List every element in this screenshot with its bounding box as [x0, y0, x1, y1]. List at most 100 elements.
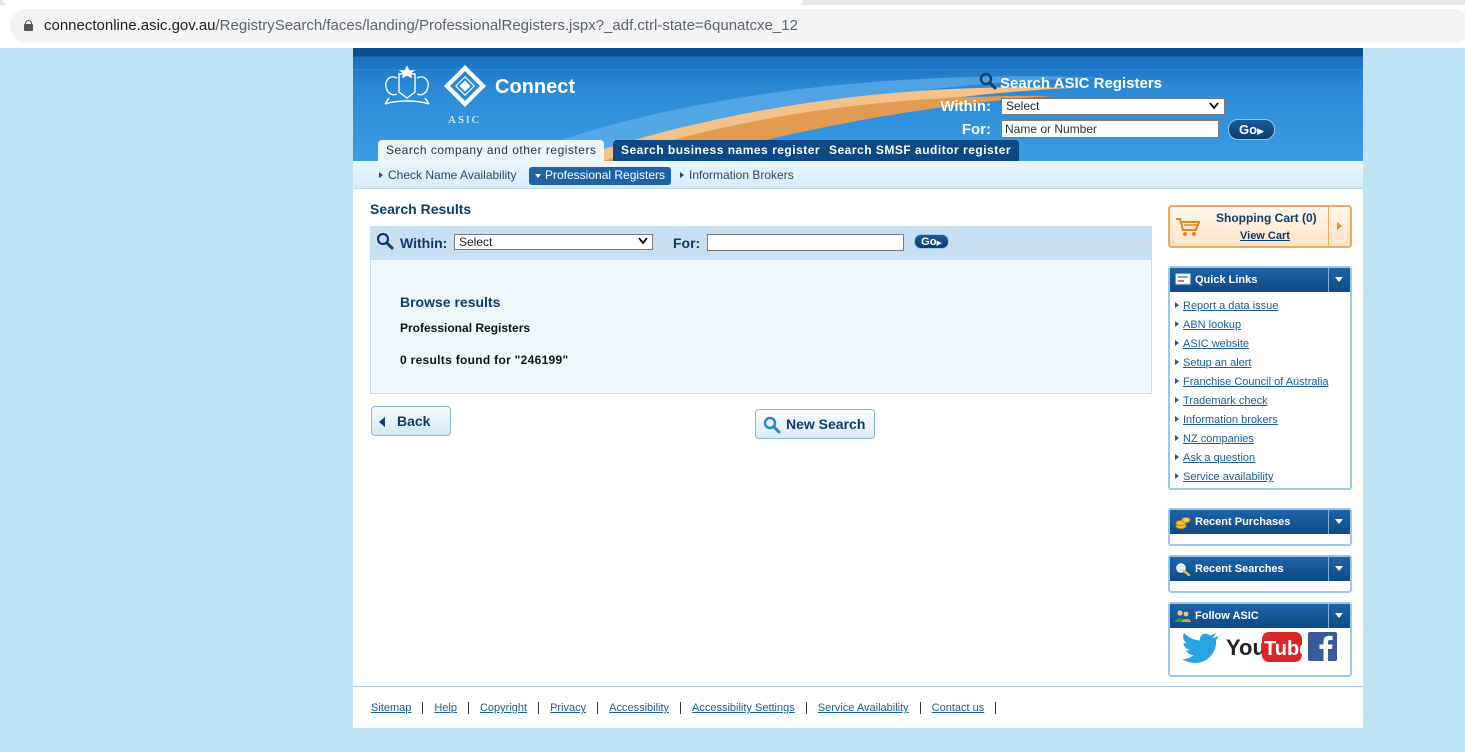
- arrow-down-icon: [535, 174, 541, 178]
- recent-searches-toggle[interactable]: [1328, 557, 1350, 581]
- shopping-cart-box[interactable]: Shopping Cart (0) View Cart: [1168, 205, 1352, 248]
- quick-links-header[interactable]: Quick Links: [1170, 268, 1350, 292]
- search-icon: [376, 232, 394, 250]
- brand-title: Connect: [495, 76, 575, 98]
- new-search-button[interactable]: New Search: [755, 409, 875, 439]
- footer-link-accessibility[interactable]: Accessibility: [609, 702, 682, 714]
- lock-icon[interactable]: [24, 20, 33, 31]
- quick-links-icon: [1175, 273, 1191, 285]
- follow-asic-header[interactable]: Follow ASIC: [1170, 604, 1350, 628]
- go-arrow-icon: ▶: [936, 240, 942, 247]
- follow-asic-toggle[interactable]: [1328, 604, 1350, 628]
- subnav-check-name-availability[interactable]: Check Name Availability: [379, 167, 517, 185]
- youtube-icon[interactable]: You Tube: [1226, 631, 1302, 663]
- quick-link-setup-alert[interactable]: Setup an alert: [1175, 355, 1350, 374]
- recent-purchases-title: Recent Purchases: [1195, 516, 1291, 528]
- quick-link-label: Franchise Council of Australia: [1183, 376, 1329, 388]
- quick-link-abn-lookup[interactable]: ABN lookup: [1175, 317, 1350, 336]
- within-select[interactable]: Select: [454, 234, 653, 250]
- arrow-right-icon: [680, 172, 684, 178]
- go-button[interactable]: Go▶: [914, 234, 949, 249]
- browser-tabstrip: [0, 0, 1465, 5]
- header-search-title-text: Search ASIC Registers: [1000, 75, 1163, 92]
- chevron-down-icon: [1335, 519, 1343, 524]
- footer-link-contact-us[interactable]: Contact us: [932, 702, 997, 714]
- within-label: Within:: [400, 235, 448, 251]
- recent-purchases-header[interactable]: Recent Purchases: [1170, 510, 1350, 534]
- header-search-title: Search ASIC Registers: [979, 72, 1162, 92]
- search-icon: [763, 416, 781, 434]
- quick-link-ask-question[interactable]: Ask a question: [1175, 450, 1350, 469]
- quick-link-information-brokers[interactable]: Information brokers: [1175, 412, 1350, 431]
- header-for-input[interactable]: Name or Number: [1001, 120, 1219, 138]
- header-within-label: Within:: [940, 98, 991, 115]
- recent-searches-header[interactable]: Recent Searches: [1170, 557, 1350, 581]
- chevron-down-icon: [638, 237, 648, 245]
- arrow-right-icon: [1175, 435, 1179, 441]
- quick-link-label: Trademark check: [1183, 395, 1268, 407]
- quick-link-service-availability[interactable]: Service availability: [1175, 469, 1350, 488]
- youtube-text-tube: Tube: [1264, 638, 1302, 660]
- browser-active-tab[interactable]: [3, 0, 803, 5]
- quick-link-label: Information brokers: [1183, 414, 1278, 426]
- arrow-left-icon: [379, 417, 385, 427]
- header-go-label: Go: [1239, 122, 1258, 137]
- chevron-down-icon: [1335, 566, 1343, 571]
- coins-icon: [1175, 517, 1191, 529]
- tab-smsf-auditor[interactable]: Search SMSF auditor register: [821, 140, 1020, 161]
- arrow-right-icon: [1175, 454, 1179, 460]
- footer-divider: [353, 686, 1363, 687]
- browser-chrome: connectonline.asic.gov.au/RegistrySearch…: [0, 0, 1465, 48]
- browse-results-heading: Browse results: [400, 294, 501, 310]
- recent-searches-body: [1170, 581, 1350, 591]
- shopping-cart-icon: [1176, 218, 1201, 236]
- quick-links-toggle[interactable]: [1328, 268, 1350, 292]
- back-label: Back: [397, 413, 431, 429]
- quick-link-franchise-council[interactable]: Franchise Council of Australia: [1175, 374, 1350, 393]
- url-text[interactable]: connectonline.asic.gov.au/RegistrySearch…: [44, 17, 798, 34]
- tab-business-names[interactable]: Search business names register: [613, 140, 829, 161]
- subnav-professional-registers[interactable]: Professional Registers: [529, 167, 672, 185]
- tab-company-registers[interactable]: Search company and other registers: [378, 140, 605, 161]
- subnav-label: Check Name Availability: [388, 168, 517, 182]
- site-header: ASIC Connect Search ASIC Registers Withi…: [353, 48, 1363, 161]
- quick-link-label: ABN lookup: [1183, 319, 1242, 331]
- address-bar[interactable]: connectonline.asic.gov.au/RegistrySearch…: [10, 9, 1465, 43]
- footer-link-sitemap[interactable]: Sitemap: [371, 702, 424, 714]
- cart-expand-button[interactable]: [1328, 207, 1350, 246]
- subnav-label: Professional Registers: [545, 168, 666, 182]
- asic-wordmark: ASIC: [448, 114, 482, 126]
- quick-link-trademark-check[interactable]: Trademark check: [1175, 393, 1350, 412]
- recent-searches-title: Recent Searches: [1195, 563, 1284, 575]
- header-within-value: Select: [1006, 99, 1040, 113]
- subnav-information-brokers[interactable]: Information Brokers: [680, 167, 794, 185]
- footer-link-help[interactable]: Help: [434, 702, 469, 714]
- twitter-icon[interactable]: [1182, 631, 1220, 665]
- footer-link-service-availability[interactable]: Service Availability: [818, 702, 921, 714]
- quick-link-label: Service availability: [1183, 471, 1274, 483]
- go-label: Go: [921, 236, 937, 248]
- header-go-button[interactable]: Go▶: [1228, 119, 1275, 140]
- quick-link-report-data-issue[interactable]: Report a data issue: [1175, 298, 1350, 317]
- header-for-label: For:: [961, 121, 991, 138]
- quick-link-nz-companies[interactable]: NZ companies: [1175, 431, 1350, 450]
- footer-links: Sitemap Help Copyright Privacy Accessibility…: [371, 700, 1007, 714]
- arrow-right-icon: [1175, 302, 1179, 308]
- register-name: Professional Registers: [400, 321, 531, 335]
- recent-purchases-toggle[interactable]: [1328, 510, 1350, 534]
- for-label: For:: [673, 235, 701, 251]
- facebook-icon[interactable]: [1308, 632, 1337, 661]
- quick-links-box: Quick Links Report a data issue ABN look…: [1168, 266, 1352, 490]
- quick-link-label: Report a data issue: [1183, 300, 1279, 312]
- quick-link-asic-website[interactable]: ASIC website: [1175, 336, 1350, 355]
- view-cart-link[interactable]: View Cart: [1240, 230, 1290, 242]
- back-button[interactable]: Back: [371, 406, 451, 436]
- search-icon: [979, 72, 997, 90]
- footer-link-copyright[interactable]: Copyright: [480, 702, 540, 714]
- results-panel: Browse results Professional Registers 0 …: [370, 260, 1152, 394]
- footer-link-privacy[interactable]: Privacy: [550, 702, 599, 714]
- for-input[interactable]: [707, 234, 904, 251]
- header-within-select[interactable]: Select: [1001, 98, 1225, 115]
- footer-link-accessibility-settings[interactable]: Accessibility Settings: [692, 702, 807, 714]
- arrow-right-icon: [1175, 340, 1179, 346]
